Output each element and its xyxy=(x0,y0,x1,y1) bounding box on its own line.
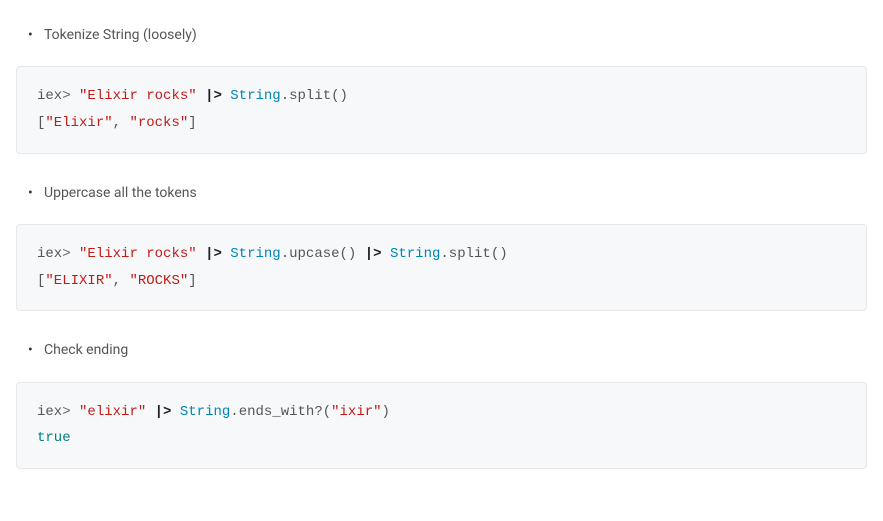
space xyxy=(382,246,390,262)
string-literal: "elixir" xyxy=(79,404,146,420)
string-literal: "Elixir rocks" xyxy=(79,246,197,262)
pipe-operator: |> xyxy=(365,246,382,262)
dot: . xyxy=(281,88,289,104)
code-block: iex> "Elixir rocks" |> String.split() ["… xyxy=(16,66,867,153)
dot: . xyxy=(440,246,448,262)
parens: () xyxy=(491,246,508,262)
bullet-item: Tokenize String (loosely) xyxy=(44,24,867,46)
dot: . xyxy=(281,246,289,262)
module-name: String xyxy=(390,246,440,262)
bullet-list: Tokenize String (loosely) xyxy=(16,24,867,46)
code-line: iex> "elixir" |> String.ends_with?("ixir… xyxy=(37,399,846,426)
parens: () xyxy=(331,88,348,104)
parens: () xyxy=(340,246,357,262)
code-block: iex> "Elixir rocks" |> String.upcase() |… xyxy=(16,224,867,311)
bullet-item: Check ending xyxy=(44,339,867,361)
string-literal: "Elixir" xyxy=(45,115,112,131)
space xyxy=(356,246,364,262)
string-literal: "ROCKS" xyxy=(129,273,188,289)
string-literal: "Elixir rocks" xyxy=(79,88,197,104)
module-name: String xyxy=(230,88,280,104)
prompt-gt: > xyxy=(62,88,79,104)
prompt-gt: > xyxy=(62,404,79,420)
code-line: ["Elixir", "rocks"] xyxy=(37,110,846,137)
module-name: String xyxy=(180,404,230,420)
code-line: true xyxy=(37,425,846,452)
space xyxy=(197,88,205,104)
prompt-text: iex xyxy=(37,246,62,262)
pipe-operator: |> xyxy=(205,246,222,262)
space xyxy=(146,404,154,420)
pipe-operator: |> xyxy=(205,88,222,104)
space xyxy=(197,246,205,262)
string-literal: "ixir" xyxy=(331,404,381,420)
string-literal: "rocks" xyxy=(129,115,188,131)
method-name: upcase xyxy=(289,246,339,262)
comma: , xyxy=(113,273,130,289)
bullet-item: Uppercase all the tokens xyxy=(44,182,867,204)
code-line: iex> "Elixir rocks" |> String.split() xyxy=(37,83,846,110)
comma: , xyxy=(113,115,130,131)
bullet-list: Check ending xyxy=(16,339,867,361)
space xyxy=(171,404,179,420)
code-line: ["ELIXIR", "ROCKS"] xyxy=(37,268,846,295)
bullet-list: Uppercase all the tokens xyxy=(16,182,867,204)
boolean-literal: true xyxy=(37,430,71,446)
code-block: iex> "elixir" |> String.ends_with?("ixir… xyxy=(16,382,867,469)
dot: . xyxy=(230,404,238,420)
prompt-gt: > xyxy=(62,246,79,262)
method-name: split xyxy=(449,246,491,262)
bracket: ] xyxy=(188,273,196,289)
method-name: split xyxy=(289,88,331,104)
bracket: ] xyxy=(188,115,196,131)
paren: ( xyxy=(323,404,331,420)
code-line: iex> "Elixir rocks" |> String.upcase() |… xyxy=(37,241,846,268)
paren: ) xyxy=(382,404,390,420)
method-name: ends_with? xyxy=(239,404,323,420)
string-literal: "ELIXIR" xyxy=(45,273,112,289)
prompt-text: iex xyxy=(37,404,62,420)
prompt-text: iex xyxy=(37,88,62,104)
module-name: String xyxy=(230,246,280,262)
pipe-operator: |> xyxy=(155,404,172,420)
